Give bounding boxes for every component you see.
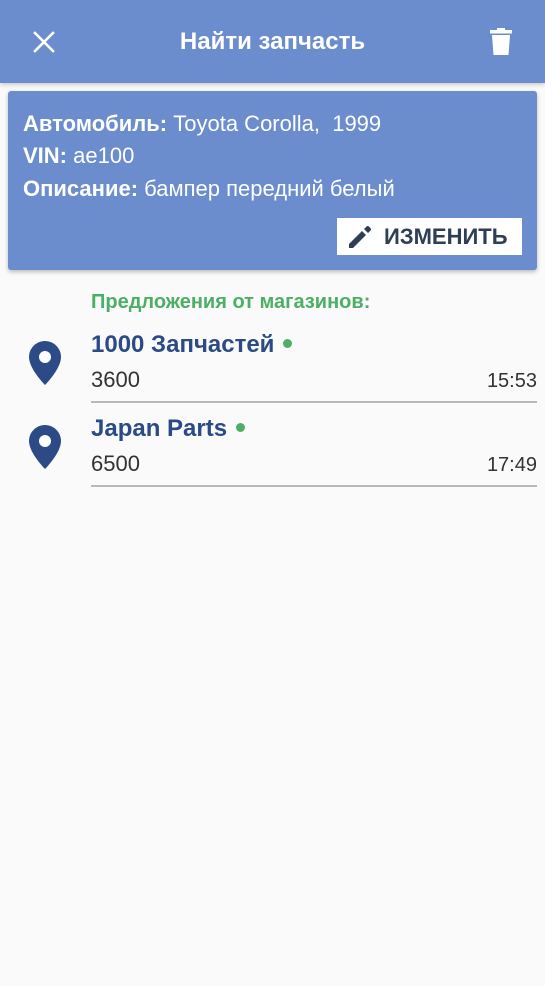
offer-time: 17:49: [486, 454, 537, 476]
shop-name: 1000 Запчастей: [91, 331, 293, 359]
offers-heading: Предложения от магазинов:: [91, 291, 371, 313]
edit-button[interactable]: ИЗМЕНИТЬ: [337, 218, 522, 255]
divider: [91, 401, 537, 403]
close-button[interactable]: [24, 22, 64, 62]
close-icon: [33, 31, 55, 53]
offer-time: 15:53: [486, 370, 537, 392]
edit-label: ИЗМЕНИТЬ: [384, 223, 508, 249]
shop-name-text: 1000 Запчастей: [91, 331, 275, 358]
divider: [91, 485, 537, 487]
trash-icon: [490, 28, 512, 55]
offer-item[interactable]: Japan Parts 6500 17:49: [0, 415, 545, 499]
location-pin-icon: [29, 341, 61, 385]
shop-name-text: Japan Parts: [91, 415, 228, 442]
offer-item[interactable]: 1000 Запчастей 3600 15:53: [0, 331, 545, 415]
car-value: Toyota Corolla, 1999: [173, 111, 382, 136]
vin-value: ae100: [73, 143, 135, 168]
description-value: бампер передний белый: [144, 176, 395, 201]
offer-price: 6500: [91, 451, 140, 476]
online-status-indicator: [283, 339, 293, 349]
page-title: Найти запчасть: [179, 28, 366, 55]
description-label: Описание:: [23, 176, 139, 201]
car-label: Автомобиль:: [23, 111, 168, 136]
vin-row: VIN: ae100: [23, 143, 134, 169]
request-card: Автомобиль: Toyota Corolla, 1999 VIN: ae…: [8, 91, 537, 270]
car-row: Автомобиль: Toyota Corolla, 1999: [23, 111, 381, 137]
online-status-indicator: [236, 423, 246, 433]
pencil-icon: [346, 223, 374, 251]
description-row: Описание: бампер передний белый: [23, 176, 395, 202]
app-bar: Найти запчасть: [0, 0, 545, 83]
delete-button[interactable]: [481, 22, 521, 62]
vin-label: VIN:: [23, 143, 67, 168]
offer-price: 3600: [91, 367, 140, 392]
location-pin-icon: [29, 425, 61, 469]
shop-name: Japan Parts: [91, 415, 246, 443]
